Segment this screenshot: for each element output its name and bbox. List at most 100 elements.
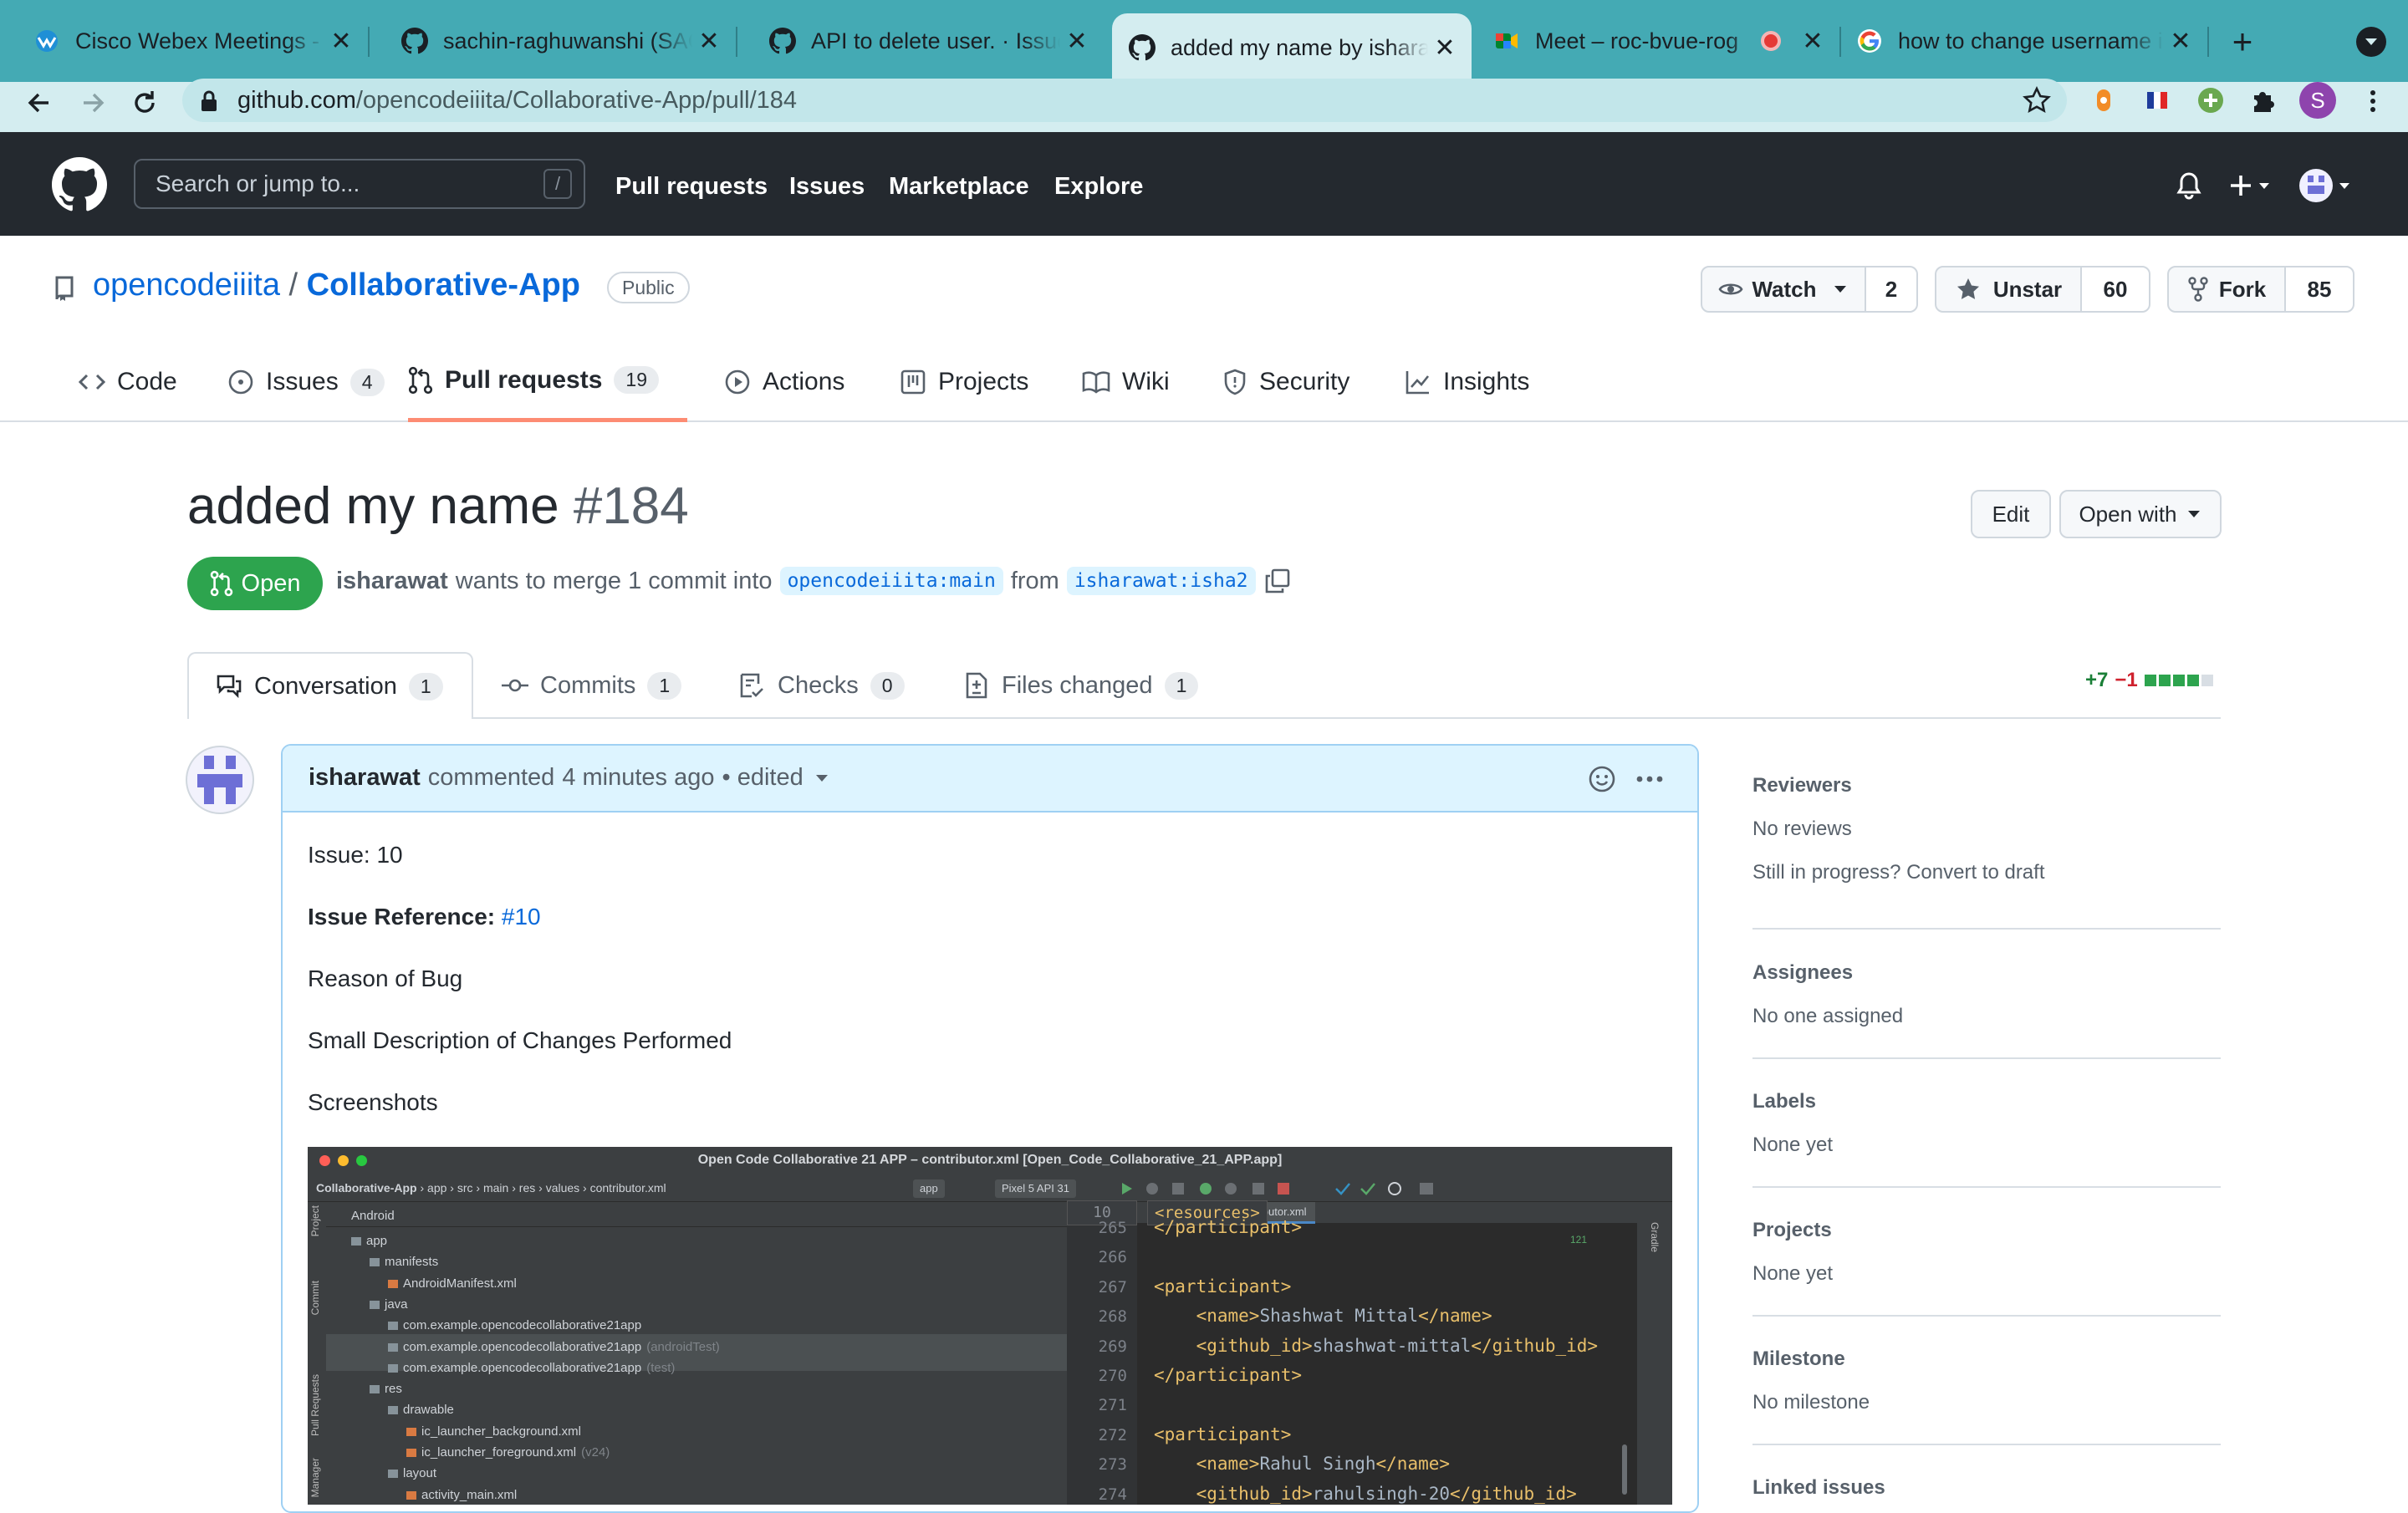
pr-tab-commits[interactable]: Commits 1 — [502, 652, 682, 719]
reviewers-heading[interactable]: Reviewers — [1752, 774, 1852, 797]
head-branch[interactable]: isharawat:isha2 — [1066, 567, 1256, 595]
tree-item[interactable]: ic_launcher_background.xml — [406, 1424, 581, 1439]
tab-issues[interactable]: Issues 4 — [227, 342, 385, 422]
commit-tool-tab[interactable]: Commit — [309, 1281, 321, 1315]
milestone-heading[interactable]: Milestone — [1752, 1347, 1845, 1371]
embedded-screenshot[interactable]: Open Code Collaborative 21 APP – contrib… — [308, 1147, 1672, 1505]
crumb[interactable]: src — [457, 1181, 473, 1195]
code-line[interactable]: <participant> — [1154, 1276, 1291, 1296]
close-tab-icon[interactable]: ✕ — [692, 27, 726, 56]
close-tab-icon[interactable]: ✕ — [324, 27, 358, 56]
extensions-puzzle-icon[interactable] — [2247, 85, 2278, 115]
search-input[interactable]: Search or jump to... / — [134, 159, 585, 209]
code-line[interactable]: <participant> — [1154, 1424, 1291, 1444]
device-select[interactable]: Pixel 5 API 31 — [995, 1179, 1076, 1198]
reload-button[interactable] — [125, 84, 164, 122]
crumb[interactable]: contributor.xml — [590, 1181, 666, 1195]
edited-dropdown[interactable]: • edited — [722, 764, 803, 792]
code-line[interactable]: <github_id>shashwat-mittal</github_id> — [1154, 1336, 1598, 1356]
code-line[interactable]: <name>Rahul Singh</name> — [1154, 1454, 1450, 1474]
pr-tab-conversation[interactable]: Conversation 1 — [187, 652, 473, 719]
browser-tab-github-profile[interactable]: sachin-raghuwanshi (SACH ✕ — [368, 13, 736, 69]
unstar-button[interactable]: Unstar — [1935, 266, 2082, 313]
copy-icon[interactable] — [1264, 568, 1291, 594]
fork-button[interactable]: Fork — [2167, 266, 2286, 313]
manager-tool-tab[interactable]: Manager — [309, 1458, 321, 1497]
tree-item[interactable]: com.example.opencodecollaborative21app (a… — [388, 1340, 720, 1354]
nav-issues[interactable]: Issues — [789, 173, 865, 201]
crumb[interactable]: values — [546, 1181, 579, 1195]
tab-insights[interactable]: Insights — [1405, 342, 1529, 422]
bookmark-star-icon[interactable] — [2022, 85, 2052, 115]
star-count[interactable]: 60 — [2080, 266, 2150, 313]
close-tab-icon[interactable]: ✕ — [2164, 27, 2197, 56]
projects-heading[interactable]: Projects — [1752, 1219, 1832, 1242]
fork-count[interactable]: 85 — [2284, 266, 2354, 313]
github-logo-icon[interactable] — [52, 157, 107, 212]
comment-author-link[interactable]: isharawat — [309, 764, 421, 792]
open-with-button[interactable]: Open with — [2059, 490, 2222, 538]
new-tab-button[interactable]: + — [2224, 23, 2261, 60]
project-tool-tab[interactable]: Project — [309, 1205, 321, 1236]
tab-wiki[interactable]: Wiki — [1082, 342, 1170, 422]
convert-to-draft-link[interactable]: Still in progress? Convert to draft — [1752, 861, 2045, 884]
crumb[interactable]: app — [427, 1181, 446, 1195]
assignees-heading[interactable]: Assignees — [1752, 961, 1853, 985]
code-line[interactable]: </participant> — [1154, 1365, 1302, 1385]
code-line[interactable]: <name>Shashwat Mittal</name> — [1154, 1306, 1492, 1326]
close-tab-icon[interactable]: ✕ — [1060, 27, 1094, 56]
kebab-horizontal-icon[interactable] — [1634, 769, 1666, 789]
nav-explore[interactable]: Explore — [1054, 173, 1143, 201]
gradle-tool-tab[interactable]: Gradle — [1649, 1222, 1661, 1252]
add-reaction-icon[interactable] — [1587, 764, 1617, 794]
editor-scrollbar[interactable] — [1622, 1444, 1627, 1495]
extension-plus-icon[interactable] — [2196, 85, 2226, 115]
crumb[interactable]: main — [483, 1181, 508, 1195]
nav-pull-requests[interactable]: Pull requests — [615, 173, 768, 201]
browser-tab-github-pr-active[interactable]: added my name by isharaw ✕ — [1112, 13, 1472, 82]
back-button[interactable] — [20, 84, 59, 122]
close-tab-icon[interactable]: ✕ — [1428, 33, 1462, 63]
tab-projects[interactable]: Projects — [900, 342, 1028, 422]
browser-tab-meet[interactable]: Meet – roc-bvue-rog ✕ — [1472, 13, 1839, 69]
tree-item[interactable]: drawable — [388, 1403, 454, 1417]
code-line[interactable]: <github_id>rahulsingh-20</github_id> — [1154, 1484, 1577, 1504]
linked-issues-heading[interactable]: Linked issues — [1752, 1476, 1885, 1500]
profile-avatar[interactable]: S — [2299, 82, 2336, 119]
bell-icon[interactable] — [2172, 169, 2206, 202]
tree-item[interactable]: activity_main.xml — [406, 1488, 517, 1502]
tree-item[interactable]: layout — [388, 1466, 436, 1480]
pr-author-link[interactable]: isharawat — [336, 568, 448, 595]
ide-toolbar-icons[interactable] — [1119, 1180, 1453, 1197]
extension-flag-icon[interactable] — [2142, 85, 2172, 115]
extension-honey-icon[interactable] — [2089, 85, 2119, 115]
tree-item[interactable]: com.example.opencodecollaborative21app — [388, 1318, 641, 1332]
repo-owner-link[interactable]: opencodeiiita — [93, 267, 280, 303]
pull-requests-tool-tab[interactable]: Pull Requests — [309, 1374, 321, 1436]
tree-item[interactable]: AndroidManifest.xml — [388, 1276, 517, 1291]
crumb[interactable]: Collaborative-App — [316, 1181, 417, 1195]
android-view-select[interactable]: Android — [351, 1209, 395, 1223]
pr-tab-files-changed[interactable]: Files changed 1 — [965, 652, 1199, 719]
issue-reference-link[interactable]: #10 — [502, 904, 541, 930]
base-branch[interactable]: opencodeiiita:main — [779, 567, 1003, 595]
code-line[interactable]: </participant> — [1154, 1217, 1302, 1237]
labels-heading[interactable]: Labels — [1752, 1090, 1816, 1113]
watch-count[interactable]: 2 — [1865, 266, 1918, 313]
browser-tab-webex[interactable]: Cisco Webex Meetings - Me ✕ — [0, 13, 368, 69]
tree-item[interactable]: com.example.opencodecollaborative21app (t… — [388, 1361, 675, 1375]
close-tab-icon[interactable]: ✕ — [1796, 27, 1829, 56]
tree-item[interactable]: ic_launcher_foreground.xml (v24) — [406, 1445, 610, 1460]
comment-time-link[interactable]: 4 minutes ago — [562, 764, 714, 792]
tab-security[interactable]: Security — [1222, 342, 1349, 422]
nav-marketplace[interactable]: Marketplace — [889, 173, 1029, 201]
avatar[interactable] — [186, 746, 254, 814]
tree-item[interactable]: manifests — [370, 1255, 438, 1269]
browser-menu-icon[interactable] — [2363, 85, 2383, 117]
browser-tab-github-issue[interactable]: API to delete user. · Issue # ✕ — [736, 13, 1104, 69]
tree-item[interactable]: res — [370, 1382, 402, 1396]
create-new-dropdown[interactable] — [2227, 169, 2274, 202]
repo-name-link[interactable]: Collaborative-App — [307, 267, 580, 303]
watch-button[interactable]: Watch — [1701, 266, 1866, 313]
tab-pull-requests[interactable]: Pull requests 19 — [408, 342, 687, 422]
